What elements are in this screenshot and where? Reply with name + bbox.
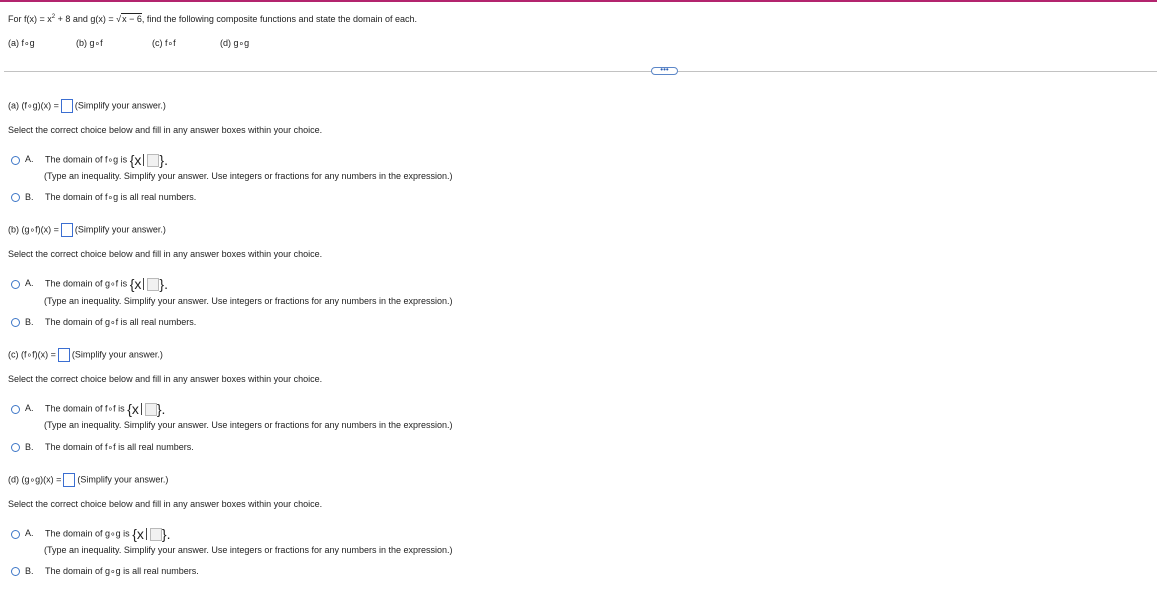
subpart-label: (c) f∘f: [152, 38, 176, 48]
choice-a[interactable]: A. The domain of f∘g is {x}.: [11, 153, 168, 167]
radio-button[interactable]: [11, 567, 20, 577]
select-instruction: Select the correct choice below and fill…: [8, 125, 323, 135]
expression-label: (a) (f∘g)(x) =: [8, 100, 59, 111]
more-options-button[interactable]: •••: [651, 66, 678, 75]
expression-label: (c) (f∘f)(x) =: [8, 349, 56, 360]
inequality-input[interactable]: [147, 153, 160, 167]
select-instruction: Select the correct choice below and fill…: [8, 374, 323, 384]
radio-button[interactable]: [11, 404, 20, 414]
problem-suffix: , find the following composite functions…: [141, 14, 418, 24]
answer-box[interactable]: [60, 99, 73, 113]
set-brace-close: }.: [161, 526, 171, 542]
inequality-input[interactable]: [149, 527, 162, 541]
radio-button[interactable]: [11, 443, 20, 453]
choice-b[interactable]: B. The domain of g∘f is all real numbers.: [11, 317, 196, 328]
subpart-label: (b) g∘f: [76, 38, 103, 48]
problem-mid: + 8 and g(x) =: [55, 14, 117, 24]
subpart-label: (d) g∘g: [220, 38, 250, 48]
set-bar: [143, 278, 145, 290]
simplify-hint: (Simplify your answer.): [74, 100, 166, 111]
choice-letter: B.: [25, 192, 34, 202]
set-brace-close: }.: [159, 152, 168, 168]
answer-box[interactable]: [60, 223, 73, 237]
choice-a[interactable]: A. The domain of g∘f is {x}.: [11, 277, 168, 291]
subparts-list: (a) f∘g (b) g∘f (c) f∘f (d) g∘g: [8, 38, 249, 49]
choice-letter: B.: [25, 317, 34, 327]
radio-button[interactable]: [11, 193, 20, 203]
choice-b[interactable]: B. The domain of g∘g is all real numbers.: [11, 566, 199, 577]
expression-label: (b) (g∘f)(x) =: [8, 224, 59, 235]
radio-button[interactable]: [11, 155, 20, 165]
answer-box[interactable]: [63, 473, 76, 487]
part-c-expression: (c) (f∘f)(x) = (Simplify your answer.): [8, 348, 163, 362]
set-bar: [145, 528, 147, 540]
choice-b[interactable]: B. The domain of f∘g is all real numbers.: [11, 192, 196, 203]
set-brace-open: {x: [132, 526, 144, 542]
radicand: x − 6: [121, 13, 142, 24]
select-instruction: Select the correct choice below and fill…: [8, 499, 323, 509]
part-d-expression: (d) (g∘g)(x) = (Simplify your answer.): [8, 473, 168, 487]
choice-text: The domain of f∘f is: [45, 403, 125, 414]
choice-a[interactable]: A. The domain of f∘f is {x}.: [11, 402, 165, 416]
choice-text: The domain of g∘g is: [45, 528, 130, 539]
choice-letter: A.: [25, 154, 34, 165]
problem-prefix: For f(x) = x: [8, 14, 52, 24]
choice-text: The domain of f∘g is: [45, 154, 128, 165]
simplify-hint: (Simplify your answer.): [77, 474, 169, 485]
radio-button[interactable]: [11, 279, 20, 289]
expression-label: (d) (g∘g)(x) =: [8, 474, 62, 485]
radio-button[interactable]: [11, 529, 20, 539]
problem-statement: For f(x) = x2 + 8 and g(x) = √x − 6, fin…: [8, 13, 418, 24]
simplify-hint: (Simplify your answer.): [74, 224, 166, 235]
choice-letter: A.: [25, 403, 34, 414]
choice-letter: A.: [25, 278, 34, 289]
choice-text: The domain of g∘f is all real numbers.: [45, 317, 197, 327]
set-brace-close: }.: [156, 401, 166, 417]
radio-button[interactable]: [11, 318, 20, 328]
choice-a[interactable]: A. The domain of g∘g is {x}.: [11, 527, 170, 541]
set-brace-open: {x: [129, 276, 142, 292]
set-bar: [140, 403, 142, 415]
choice-letter: B.: [25, 566, 34, 576]
answer-box[interactable]: [57, 348, 70, 362]
choice-text: The domain of g∘f is: [45, 278, 128, 289]
subpart-label: (a) f∘g: [8, 38, 35, 48]
set-brace-open: {x: [129, 152, 142, 168]
simplify-hint: (Simplify your answer.): [71, 349, 163, 360]
choice-text: The domain of f∘f is all real numbers.: [45, 442, 194, 452]
set-bar: [143, 154, 145, 166]
inequality-input[interactable]: [144, 402, 157, 416]
choice-text: The domain of f∘g is all real numbers.: [45, 192, 197, 202]
choice-letter: A.: [25, 528, 34, 539]
section-divider: [4, 71, 1157, 72]
choice-a-hint: (Type an inequality. Simplify your answe…: [44, 171, 453, 181]
set-brace-close: }.: [159, 276, 168, 292]
select-instruction: Select the correct choice below and fill…: [8, 249, 323, 259]
choice-a-hint: (Type an inequality. Simplify your answe…: [44, 296, 453, 306]
part-a-expression: (a) (f∘g)(x) = (Simplify your answer.): [8, 99, 166, 113]
choice-b[interactable]: B. The domain of f∘f is all real numbers.: [11, 442, 194, 453]
choice-text: The domain of g∘g is all real numbers.: [45, 566, 199, 576]
top-accent-bar: [0, 0, 1157, 2]
set-brace-open: {x: [127, 401, 139, 417]
choice-letter: B.: [25, 442, 34, 452]
part-b-expression: (b) (g∘f)(x) = (Simplify your answer.): [8, 223, 166, 237]
choice-a-hint: (Type an inequality. Simplify your answe…: [44, 420, 453, 430]
inequality-input[interactable]: [147, 277, 160, 291]
choice-a-hint: (Type an inequality. Simplify your answe…: [44, 545, 453, 555]
